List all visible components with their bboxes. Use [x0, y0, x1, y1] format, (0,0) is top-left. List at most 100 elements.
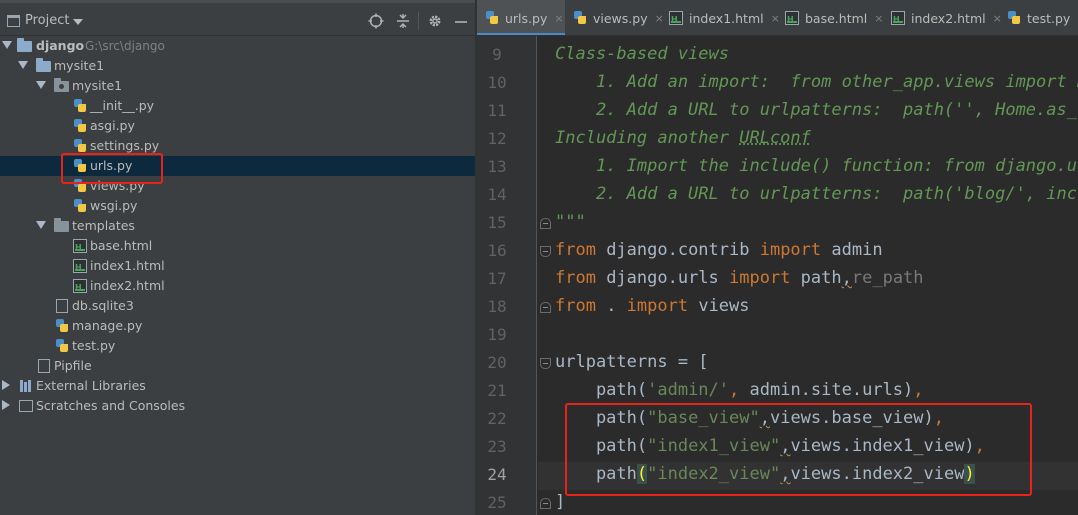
python-file-icon: [73, 139, 88, 153]
collapse-all-icon[interactable]: [394, 12, 412, 30]
tree-node-wsgi-py[interactable]: wsgi.py: [0, 196, 475, 216]
tree-node-db-sqlite3[interactable]: db.sqlite3: [0, 296, 475, 316]
code-line[interactable]: 2. Add a URL to urlpatterns: path('blog/…: [555, 184, 1078, 212]
code-line[interactable]: from . import views: [555, 296, 750, 324]
tree-node-urls-py[interactable]: urls.py: [0, 156, 475, 176]
package-icon: [54, 78, 69, 93]
tree-node-external-libraries[interactable]: External Libraries: [0, 376, 475, 396]
code-line[interactable]: path("index1_view",views.index1_view),: [555, 436, 985, 464]
code-line[interactable]: Including another URLconf: [555, 128, 811, 156]
expand-arrow-icon[interactable]: [2, 41, 12, 49]
code-token: """: [555, 212, 586, 232]
code-line[interactable]: """: [555, 212, 586, 240]
fold-marker-icon[interactable]: [540, 302, 551, 313]
hide-icon[interactable]: [452, 12, 470, 30]
code-token: 2. Add a URL to urlpatterns: path('', Ho…: [595, 100, 1078, 120]
tree-node-templates[interactable]: templates: [0, 216, 475, 236]
code-token: from: [555, 240, 607, 260]
close-icon[interactable]: ×: [554, 12, 563, 25]
tree-node-label[interactable]: Pipfile: [54, 358, 92, 373]
tree-node-label[interactable]: test.py: [72, 338, 115, 353]
fold-marker-icon[interactable]: [540, 498, 551, 509]
code-token: ,: [780, 436, 791, 456]
python-file-icon: [73, 179, 88, 193]
code-token: path(: [555, 436, 648, 456]
settings-icon[interactable]: [426, 12, 444, 30]
tree-node-label[interactable]: mysite1: [54, 58, 104, 73]
tree-node-asgi-py[interactable]: asgi.py: [0, 116, 475, 136]
tree-node-label[interactable]: index2.html: [90, 278, 165, 293]
code-line[interactable]: path("base_view",views.base_view),: [555, 408, 944, 436]
tab-base-html[interactable]: base.html ×: [777, 0, 883, 35]
tree-node-label[interactable]: templates: [72, 218, 135, 233]
tree-node-label[interactable]: mysite1: [72, 78, 122, 93]
fold-marker-icon[interactable]: [540, 218, 551, 229]
tab-test-py[interactable]: test.py: [999, 0, 1078, 35]
editor: urls.py × views.py × index1.html × base.…: [477, 0, 1078, 515]
code-token: ,: [974, 436, 985, 456]
code-area[interactable]: Class-based views 1. Add an import: from…: [477, 36, 1078, 515]
expand-arrow-icon[interactable]: [2, 380, 10, 390]
tree-node-label[interactable]: manage.py: [72, 318, 142, 333]
chevron-down-icon[interactable]: [73, 19, 83, 25]
tree-node-index1-html[interactable]: index1.html: [0, 256, 475, 276]
code-line[interactable]: from django.urls import path,re_path: [555, 268, 924, 296]
expand-arrow-icon[interactable]: [18, 61, 28, 69]
toolbar-divider: [418, 12, 419, 30]
code-line[interactable]: urlpatterns = [: [555, 352, 709, 380]
project-view-icon: [7, 15, 20, 27]
expand-arrow-icon[interactable]: [36, 81, 46, 89]
tree-node-test-py[interactable]: test.py: [0, 336, 475, 356]
tab-index2-html[interactable]: index2.html ×: [883, 0, 1002, 35]
tree-node-label[interactable]: Scratches and Consoles: [36, 398, 185, 413]
tree-node-label[interactable]: index1.html: [90, 258, 165, 273]
python-file-icon: [73, 159, 88, 173]
code-token: import: [729, 268, 801, 288]
tree-node-label[interactable]: __init__.py: [90, 98, 154, 113]
tree-node-label[interactable]: External Libraries: [36, 378, 146, 393]
tree-node-pipfile[interactable]: Pipfile: [0, 356, 475, 376]
code-line[interactable]: from django.contrib import admin: [555, 240, 883, 268]
tree-node-mysite1-project[interactable]: mysite1: [0, 56, 475, 76]
tree-node-label[interactable]: asgi.py: [90, 118, 135, 133]
code-line[interactable]: path('admin/', admin.site.urls),: [555, 380, 924, 408]
fold-marker-icon[interactable]: [540, 246, 551, 257]
html-file-icon: [73, 239, 88, 253]
code-line[interactable]: Class-based views: [555, 44, 729, 72]
code-line[interactable]: 2. Add a URL to urlpatterns: path('', Ho…: [555, 100, 1078, 128]
tree-node-label[interactable]: wsgi.py: [90, 198, 137, 213]
project-view-title[interactable]: Project: [25, 13, 69, 28]
tree-node-settings-py[interactable]: settings.py: [0, 136, 475, 156]
tab-urls-py[interactable]: urls.py ×: [477, 0, 565, 35]
tree-node-django[interactable]: django G:\src\django: [0, 36, 475, 56]
code-token: ]: [555, 492, 566, 512]
tab-views-py[interactable]: views.py ×: [565, 0, 664, 35]
tree-node-scratches[interactable]: Scratches and Consoles: [0, 396, 475, 416]
python-file-icon: [55, 339, 70, 353]
tree-node-label[interactable]: django: [36, 38, 84, 53]
tree-node-init-py[interactable]: __init__.py: [0, 96, 475, 116]
code-line[interactable]: ]: [555, 492, 565, 515]
tree-node-manage-py[interactable]: manage.py: [0, 316, 475, 336]
code-line[interactable]: path("index2_view",views.index2_view): [555, 464, 975, 492]
tab-label: test.py: [1027, 10, 1071, 26]
tree-node-index2-html[interactable]: index2.html: [0, 276, 475, 296]
tree-node-label[interactable]: views.py: [90, 178, 145, 193]
tree-node-label[interactable]: settings.py: [90, 138, 159, 153]
tree-node-label[interactable]: base.html: [90, 238, 152, 253]
tree-node-base-html[interactable]: base.html: [0, 236, 475, 256]
expand-arrow-icon[interactable]: [2, 400, 10, 410]
code-line[interactable]: 1. Import the include() function: from d…: [555, 156, 1078, 184]
fold-marker-icon[interactable]: [540, 358, 551, 369]
database-file-icon: [55, 299, 70, 313]
code-token: 2. Add a URL to urlpatterns: path('blog/…: [595, 184, 1078, 204]
tree-node-mysite1-package[interactable]: mysite1: [0, 76, 475, 96]
tab-index1-html[interactable]: index1.html ×: [661, 0, 780, 35]
tree-node-label[interactable]: urls.py: [90, 158, 132, 173]
expand-arrow-icon[interactable]: [36, 221, 46, 229]
tree-node-label[interactable]: db.sqlite3: [72, 298, 134, 313]
locate-icon[interactable]: [367, 12, 385, 30]
code-token: ,: [759, 408, 770, 428]
code-line[interactable]: 1. Add an import: from other_app.views i…: [555, 72, 1078, 100]
tree-node-views-py[interactable]: views.py: [0, 176, 475, 196]
